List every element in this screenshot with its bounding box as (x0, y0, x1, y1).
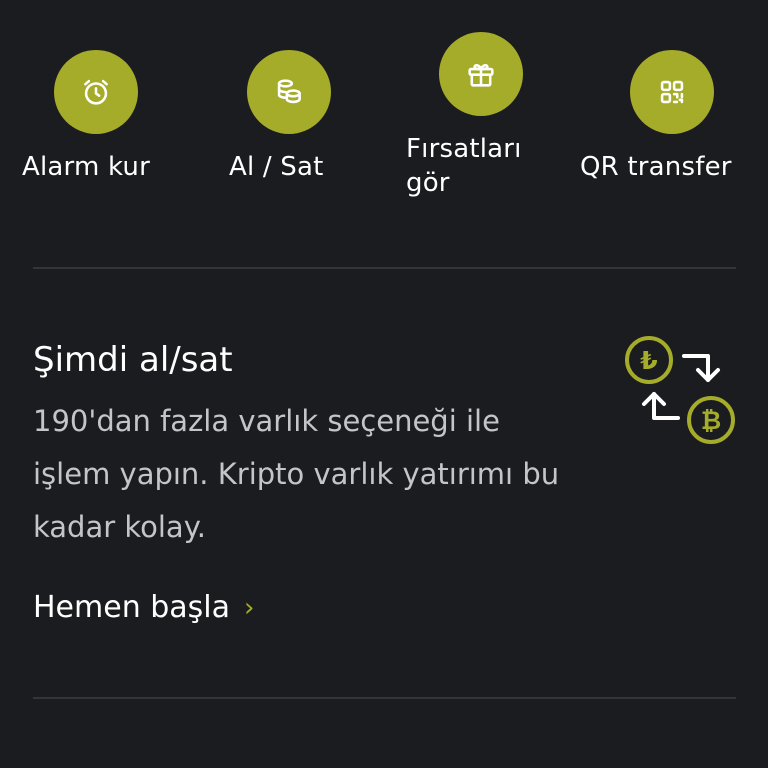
quick-action-label: Alarm kur (22, 152, 150, 182)
start-now-label: Hemen başla (33, 590, 231, 625)
promo-description: 190'dan fazla varlık seçeneği ile işlem … (33, 404, 560, 544)
quick-action-buy-sell[interactable]: Al / Sat (192, 0, 384, 230)
currency-swap-illustration: ₺ ₿ (625, 336, 735, 444)
gift-icon (439, 32, 523, 116)
quick-action-label: Fırsatları gör (406, 134, 522, 198)
section-divider (33, 267, 736, 269)
promo-title: Şimdi al/sat (33, 340, 233, 380)
section-divider (33, 697, 736, 699)
coins-stack-icon (247, 50, 331, 134)
turkish-lira-coin-icon: ₺ (625, 336, 673, 384)
bitcoin-coin-icon: ₿ (687, 396, 735, 444)
alarm-clock-icon (54, 50, 138, 134)
quick-action-label: QR transfer (580, 152, 732, 182)
chevron-right-icon: › (244, 593, 255, 623)
bitcoin-symbol: ₿ (701, 406, 721, 435)
quick-action-qr-transfer[interactable]: QR transfer (576, 0, 768, 230)
start-now-link[interactable]: Hemen başla › (33, 586, 254, 630)
arrow-down-icon (682, 354, 720, 382)
arrow-up-icon (642, 392, 680, 420)
quick-action-label: Al / Sat (229, 152, 324, 182)
app-screen: Alarm kur Al / Sat Fırsatları gör QR tra… (0, 0, 768, 768)
quick-action-alarm[interactable]: Alarm kur (0, 0, 192, 230)
lira-symbol: ₺ (640, 346, 657, 375)
quick-action-opportunities[interactable]: Fırsatları gör (384, 0, 576, 230)
qr-code-icon (630, 50, 714, 134)
